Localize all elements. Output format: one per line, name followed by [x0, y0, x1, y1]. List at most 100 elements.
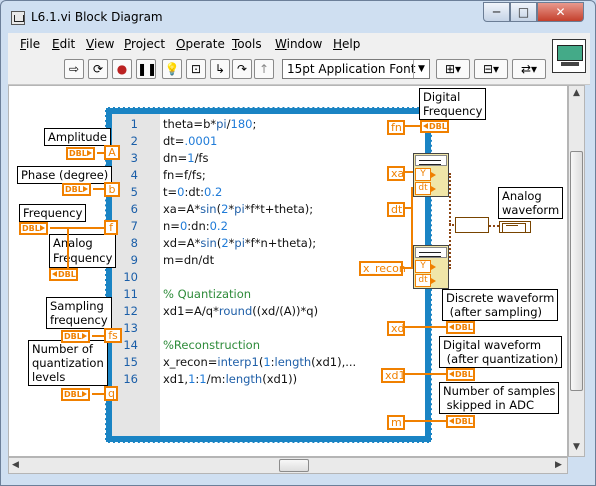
wire — [67, 229, 69, 269]
output-terminal-xd1[interactable]: xd1 — [381, 368, 406, 383]
vi-window-icon — [11, 11, 25, 25]
window-title: L6.1.vi Block Diagram — [31, 10, 163, 24]
frequency-control[interactable]: DBL — [19, 222, 48, 235]
wire — [405, 125, 420, 127]
quantization-levels-control[interactable]: DBL — [61, 388, 90, 401]
scroll-up-icon[interactable]: ▲ — [573, 88, 580, 98]
merge-signals-node[interactable] — [455, 217, 489, 233]
code-line: xd1,1:1/m:length(xd1)) — [163, 372, 298, 386]
wire — [405, 171, 413, 173]
highlight-execution-icon[interactable]: 💡 — [162, 59, 182, 79]
scroll-down-icon[interactable]: ▼ — [573, 442, 580, 452]
step-out-icon[interactable]: ↑ — [254, 59, 274, 79]
analog-waveform-indicator[interactable] — [499, 221, 531, 233]
line-number: 4 — [130, 168, 138, 182]
code-line: m=dn/dt — [163, 253, 215, 267]
toolbar: ⇨ ⟳ ● ❚❚ 💡 ⊡ ↳ ↷ ↑ 15pt Application Font… — [8, 55, 590, 85]
menu-file[interactable]: File — [20, 37, 40, 51]
quantization-levels-label: Number of quantization levels — [28, 340, 108, 386]
code-line: xa=A*sin(2*pi*f*t+theta); — [163, 202, 314, 216]
digital-waveform-label: Digital waveform (after quantization) — [439, 336, 563, 368]
chevron-down-icon: ▼ — [413, 60, 429, 78]
code-line: xd1=A/q*round((xd/(A))*q) — [163, 304, 319, 318]
run-continuously-icon[interactable]: ⟳ — [88, 59, 108, 79]
distribute-objects-icon[interactable]: ⊟▾ — [474, 59, 508, 79]
line-number-gutter: 1 2 3 4 5 6 7 8 9 10 11 12 13 14 15 16 — [112, 114, 160, 436]
line-number: 16 — [123, 372, 138, 386]
code-comment: % Quantization — [163, 287, 252, 301]
code-line: x_recon=interp1(1:length(xd1),... — [163, 355, 357, 369]
input-terminal-b[interactable]: b — [104, 182, 120, 197]
code-line: n=0:dn:0.2 — [163, 219, 228, 233]
output-terminal-dt[interactable]: dt — [387, 202, 405, 217]
retain-wire-values-icon[interactable]: ⊡ — [186, 59, 206, 79]
digital-waveform-indicator[interactable]: DBL — [446, 368, 475, 381]
build-waveform-y-pin: Y — [415, 168, 436, 181]
wire — [50, 227, 105, 229]
waveform-icon — [415, 247, 447, 258]
line-number: 15 — [123, 355, 138, 369]
input-terminal-A[interactable]: A — [104, 145, 120, 160]
abort-icon[interactable]: ● — [112, 59, 132, 79]
scroll-right-icon[interactable]: ▶ — [555, 460, 562, 470]
minimize-button[interactable]: ─ — [483, 2, 510, 22]
close-button[interactable]: ✕ — [537, 2, 584, 22]
output-terminal-fn[interactable]: fn — [387, 120, 405, 135]
wire — [403, 267, 413, 269]
menu-project[interactable]: Project — [124, 37, 165, 51]
line-number: 1 — [130, 117, 138, 131]
title-bar[interactable]: L6.1.vi Block Diagram ─ □ ✕ — [1, 1, 595, 33]
sampling-frequency-label: Sampling frequency — [46, 297, 112, 329]
code-comment: %Reconstruction — [163, 338, 260, 352]
code-line: xd=A*sin(2*pi*f*n+theta); — [163, 236, 317, 250]
analog-frequency-indicator[interactable]: DBL — [49, 268, 78, 281]
align-objects-icon[interactable]: ⊞▾ — [436, 59, 470, 79]
run-arrow-icon[interactable]: ⇨ — [64, 59, 84, 79]
horizontal-scrollbar[interactable]: ◀ ▶ — [8, 457, 568, 474]
pause-icon[interactable]: ❚❚ — [136, 59, 157, 79]
sampling-frequency-control[interactable]: DBL — [61, 330, 90, 343]
step-into-icon[interactable]: ↳ — [210, 59, 230, 79]
output-terminal-m[interactable]: m — [387, 415, 405, 430]
wire — [405, 326, 446, 328]
menu-edit[interactable]: Edit — [52, 37, 75, 51]
samples-skipped-indicator[interactable]: DBL — [446, 415, 475, 428]
wire — [405, 420, 446, 422]
line-number: 12 — [123, 304, 138, 318]
maximize-button[interactable]: □ — [510, 2, 537, 22]
output-terminal-xd[interactable]: xd — [387, 321, 405, 336]
build-waveform-analog[interactable]: Y dt — [413, 153, 449, 197]
scroll-left-icon[interactable]: ◀ — [12, 460, 19, 470]
output-terminal-x_recon[interactable]: x_recon — [359, 261, 406, 276]
code-line: dt=.0001 — [163, 134, 218, 148]
output-terminal-xa[interactable]: xa — [387, 166, 405, 181]
samples-skipped-label: Number of samples skipped in ADC — [439, 382, 560, 414]
window: L6.1.vi Block Diagram ─ □ ✕ File Edit Vi… — [0, 0, 596, 486]
discrete-waveform-indicator[interactable]: DBL — [446, 321, 475, 334]
menu-view[interactable]: View — [86, 37, 114, 51]
build-waveform-reconstructed[interactable]: Y dt — [413, 245, 449, 289]
step-over-icon[interactable]: ↷ — [232, 59, 252, 79]
font-select[interactable]: 15pt Application Font ▼ — [282, 59, 430, 79]
waveform-icon — [415, 155, 447, 166]
menu-bar: File Edit View Project Operate Tools Win… — [8, 33, 590, 55]
vi-connector-icon[interactable] — [552, 39, 586, 73]
reorder-icon[interactable]: ⇄▾ — [512, 59, 546, 79]
digital-frequency-indicator[interactable]: DBL — [420, 120, 449, 133]
menu-window[interactable]: Window — [275, 37, 322, 51]
phase-control[interactable]: DBL — [62, 183, 91, 196]
amplitude-control[interactable]: DBL — [66, 147, 95, 160]
menu-tools[interactable]: Tools — [232, 37, 262, 51]
input-terminal-f[interactable]: f — [104, 220, 118, 235]
input-terminal-q[interactable]: q — [104, 386, 118, 401]
horizontal-scroll-thumb[interactable] — [279, 459, 309, 472]
vertical-scrollbar[interactable]: ▲ ▼ — [568, 85, 585, 457]
line-number: 11 — [123, 287, 138, 301]
line-number: 10 — [123, 270, 138, 284]
menu-help[interactable]: Help — [333, 37, 360, 51]
menu-operate[interactable]: Operate — [176, 37, 225, 51]
vertical-scroll-thumb[interactable] — [570, 151, 583, 391]
phase-label: Phase (degree) — [17, 166, 113, 184]
input-terminal-fs[interactable]: fs — [104, 328, 122, 343]
wire — [449, 229, 451, 269]
